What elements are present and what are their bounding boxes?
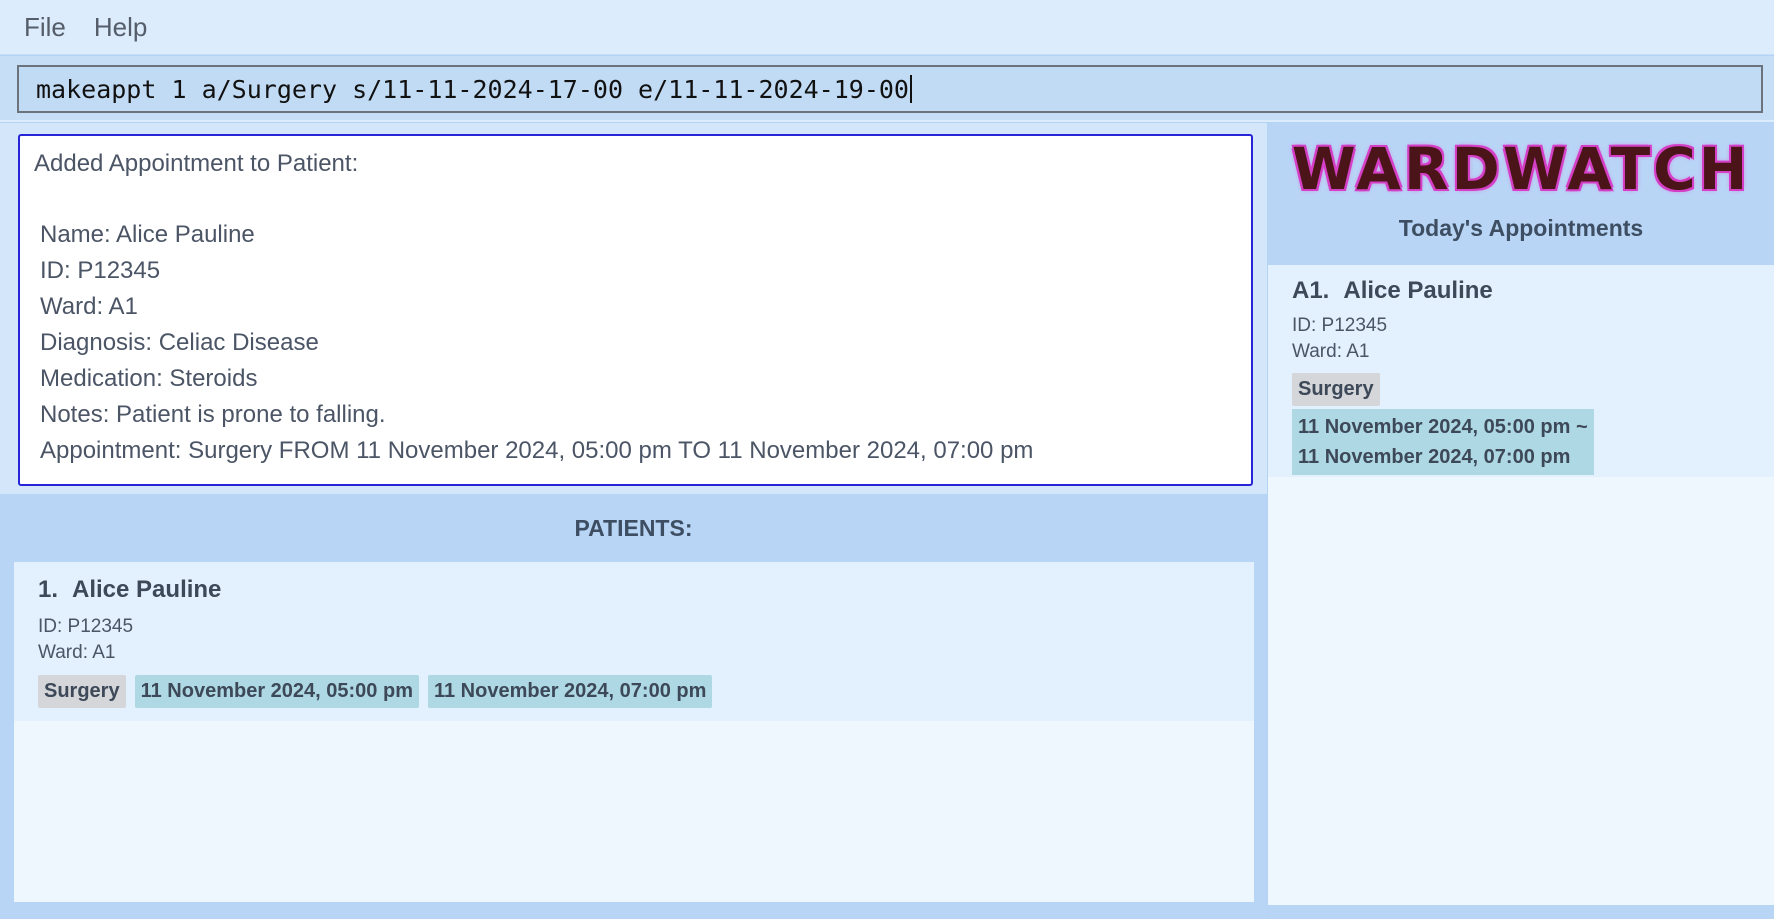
result-line-ward: Ward: A1	[40, 293, 138, 320]
appointment-patient-id: ID: P12345	[1292, 315, 1388, 336]
appointment-end-tag: 11 November 2024, 07:00 pm	[427, 675, 713, 708]
result-line-appointment: Appointment: Surgery FROM 11 November 20…	[40, 437, 1034, 464]
appointment-time-range: 11 November 2024, 05:00 pm ~ 11 November…	[1292, 409, 1594, 475]
appointment-type-tag: Surgery	[1292, 373, 1380, 406]
result-area: Added Appointment to Patient: Name: Alic…	[0, 123, 1267, 494]
appointment-tags: Surgery	[1292, 373, 1752, 406]
appointment-list[interactable]: A1. Alice Pauline ID: P12345 Ward: A1 Sur…	[1268, 265, 1774, 905]
patients-panel: PATIENTS: 1. Alice Pauline ID: P12345 War…	[0, 494, 1267, 919]
menu-file[interactable]: File	[24, 12, 66, 43]
result-line-diagnosis: Diagnosis: Celiac Disease	[40, 329, 319, 356]
patient-card[interactable]: 1. Alice Pauline ID: P12345 Ward: A1 Surg…	[14, 562, 1254, 721]
appointment-type-tag: Surgery	[38, 675, 126, 708]
appointment-patient-name: Alice Pauline	[1343, 277, 1493, 304]
patient-tags: Surgery 11 November 2024, 05:00 pm 11 No…	[38, 675, 1232, 708]
logo-area: WARDWATCH Today's Appointments	[1268, 123, 1774, 265]
patient-index: 1.	[38, 576, 59, 603]
menu-bar: File Help	[0, 0, 1774, 55]
result-line-name: Name: Alice Pauline	[40, 221, 255, 248]
result-line-id: ID: P12345	[40, 257, 161, 284]
patient-name: Alice Pauline	[72, 576, 222, 603]
appointment-patient-ward: Ward: A1	[1292, 341, 1370, 362]
result-heading: Added Appointment to Patient:	[34, 150, 359, 177]
result-line-medication: Medication: Steroids	[40, 365, 258, 392]
appointment-start-tag: 11 November 2024, 05:00 pm	[134, 675, 419, 708]
command-text: makeappt 1 a/Surgery s/11-11-2024-17-00 …	[36, 74, 909, 104]
today-appointments-title: Today's Appointments	[1398, 215, 1644, 241]
appointment-card[interactable]: A1. Alice Pauline ID: P12345 Ward: A1 Sur…	[1268, 265, 1774, 477]
patients-title: PATIENTS:	[574, 514, 693, 541]
menu-help[interactable]: Help	[94, 12, 147, 43]
appointment-index: A1.	[1292, 277, 1330, 304]
result-display[interactable]: Added Appointment to Patient: Name: Alic…	[18, 134, 1253, 486]
wardwatch-logo: WARDWATCH	[1291, 135, 1751, 203]
appointments-panel: WARDWATCH Today's Appointments A1. Alice …	[1268, 123, 1774, 919]
appointment-time-from: 11 November 2024, 05:00 pm ~	[1298, 416, 1588, 438]
result-line-notes: Notes: Patient is prone to falling.	[40, 401, 386, 428]
patient-name-row: 1. Alice Pauline	[38, 576, 1232, 604]
patient-list[interactable]: 1. Alice Pauline ID: P12345 Ward: A1 Surg…	[14, 562, 1254, 902]
appointment-name-row: A1. Alice Pauline	[1292, 277, 1752, 305]
patient-id: ID: P12345	[38, 616, 134, 637]
command-input[interactable]: makeappt 1 a/Surgery s/11-11-2024-17-00 …	[17, 65, 1763, 113]
text-caret	[909, 75, 912, 103]
patient-ward: Ward: A1	[38, 642, 116, 663]
command-area: makeappt 1 a/Surgery s/11-11-2024-17-00 …	[0, 56, 1774, 122]
appointment-time-to: 11 November 2024, 07:00 pm	[1298, 446, 1571, 468]
